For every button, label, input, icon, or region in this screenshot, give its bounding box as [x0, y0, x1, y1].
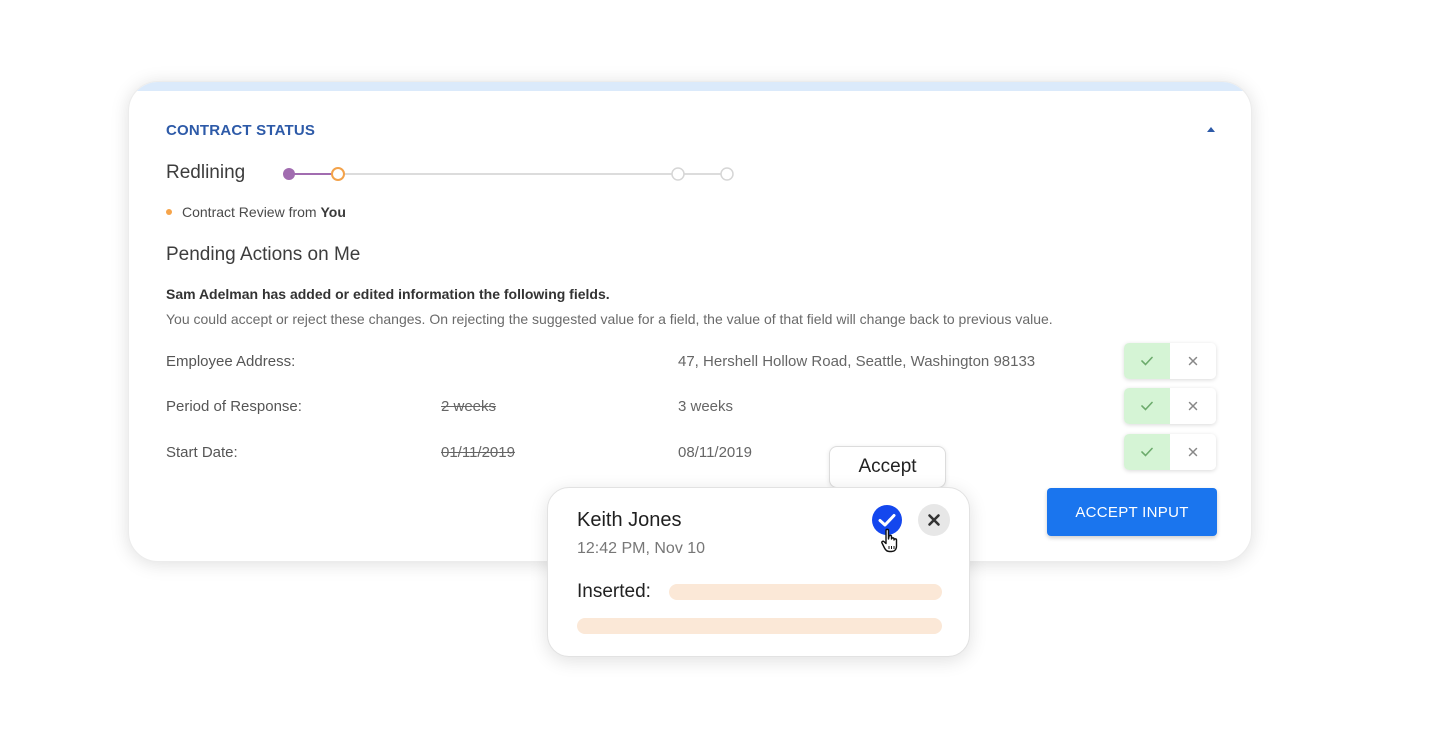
field-label: Start Date: [166, 444, 238, 461]
field-row-start-date: Start Date: 01/11/2019 08/11/2019 [166, 434, 1218, 472]
progress-step-current [331, 167, 345, 181]
stage-label: Redlining [166, 162, 246, 183]
pending-note: You could accept or reject these changes… [166, 311, 1053, 327]
inserted-text-highlight [577, 618, 942, 634]
progress-step-completed [283, 168, 295, 180]
close-icon [1188, 401, 1198, 411]
inserted-text-highlight [669, 584, 942, 600]
accept-change-button[interactable] [1124, 434, 1170, 470]
accept-change-button[interactable] [1124, 343, 1170, 379]
progress-step-pending [720, 167, 734, 181]
check-icon [1141, 447, 1153, 457]
comment-author: Keith Jones [577, 509, 682, 531]
status-dot-icon [166, 209, 172, 215]
reject-change-button[interactable] [1170, 434, 1216, 470]
step-owner: You [320, 204, 346, 220]
close-icon [1188, 356, 1198, 366]
field-row-employee-address: Employee Address: 47, Hershell Hollow Ro… [166, 343, 1218, 381]
step-caption: Contract Review from You [166, 204, 346, 220]
accept-input-button[interactable]: ACCEPT INPUT [1047, 488, 1217, 536]
row-action-group [1124, 343, 1216, 379]
field-old-value: 2 weeks [441, 398, 497, 415]
field-label: Employee Address: [166, 353, 296, 370]
comment-popup: Keith Jones 12:42 PM, Nov 10 Inserted: [547, 487, 970, 657]
check-icon [1141, 401, 1153, 411]
comment-timestamp: 12:42 PM, Nov 10 [577, 540, 706, 557]
reject-change-button[interactable] [1170, 388, 1216, 424]
field-old-value: 01/11/2019 [441, 444, 515, 461]
stage-progress [283, 167, 734, 181]
chevron-up-icon[interactable] [1203, 122, 1219, 136]
close-icon [928, 514, 940, 526]
hand-pointer-icon [881, 528, 898, 553]
section-title: CONTRACT STATUS [166, 122, 316, 139]
reject-change-button[interactable] [1170, 343, 1216, 379]
reject-comment-button[interactable] [918, 504, 950, 536]
pending-heading: Pending Actions on Me [166, 244, 361, 265]
row-action-group [1124, 388, 1216, 424]
progress-step-pending [671, 167, 685, 181]
pending-summary: Sam Adelman has added or edited informat… [166, 286, 610, 302]
field-label: Period of Response: [166, 398, 302, 415]
inserted-label: Inserted: [577, 581, 651, 602]
accept-tooltip: Accept [829, 446, 946, 488]
accept-change-button[interactable] [1124, 388, 1170, 424]
field-new-value: 08/11/2019 [678, 444, 752, 461]
field-new-value: 3 weeks [678, 398, 734, 415]
check-icon [1141, 356, 1153, 366]
close-icon [1188, 447, 1198, 457]
field-row-period-of-response: Period of Response: 2 weeks 3 weeks [166, 388, 1218, 426]
field-new-value: 47, Hershell Hollow Road, Seattle, Washi… [678, 353, 1036, 370]
row-action-group [1124, 434, 1216, 470]
card-accent-bar [129, 82, 1251, 91]
